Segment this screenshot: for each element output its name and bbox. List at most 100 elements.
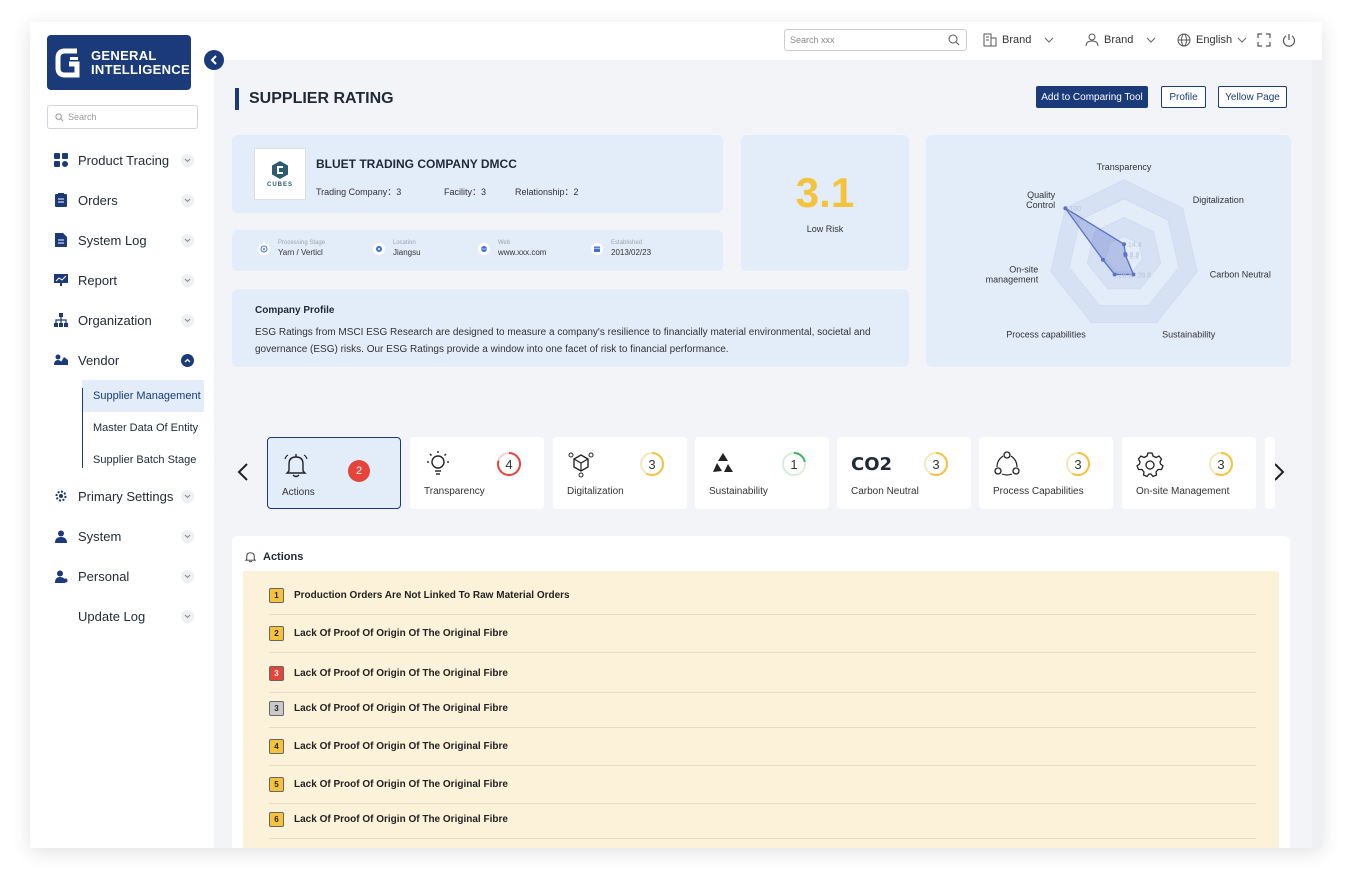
brand-selector-1[interactable]: Brand	[983, 33, 1054, 47]
power-icon	[1282, 34, 1296, 47]
radar-value-label: 100	[1069, 206, 1081, 213]
chevron-left-icon	[237, 463, 248, 481]
action-number-badge: 3	[269, 701, 284, 716]
action-row[interactable]: 6 Lack Of Proof Of Origin Of The Original…	[269, 801, 1256, 839]
chevron-down-icon[interactable]	[181, 529, 194, 543]
category-name: Transparency	[424, 486, 485, 497]
sidebar-item-personal[interactable]: Personal	[54, 556, 194, 596]
company-logo: CUBES	[254, 148, 306, 200]
radar-value-label: 28.8	[1119, 272, 1133, 279]
radar-value-label: 28.8	[1137, 272, 1151, 279]
brand-selector-1-label: Brand	[1002, 34, 1032, 46]
category-count-badge: 3	[648, 456, 656, 472]
sidebar-subitem-master-data[interactable]: Master Data Of Entity	[82, 412, 204, 444]
process-cycle-icon	[994, 451, 1020, 476]
vertical-scrollbar[interactable]	[1312, 60, 1322, 848]
search-icon	[948, 34, 960, 46]
chevron-down-icon	[1045, 37, 1054, 43]
category-name: Actions	[282, 487, 315, 498]
power-button[interactable]	[1282, 33, 1296, 47]
radar-data-point	[1122, 242, 1126, 247]
company-logo-icon	[272, 161, 288, 179]
carousel-prev-button[interactable]	[237, 462, 249, 488]
radar-axis-label: Quality	[1027, 190, 1056, 200]
action-text: Lack Of Proof Of Origin Of The Original …	[294, 703, 508, 714]
sidebar-item-vendor[interactable]: Vendor	[54, 340, 194, 380]
fullscreen-button[interactable]	[1257, 33, 1271, 47]
fullscreen-icon	[1257, 33, 1271, 47]
add-to-comparing-tool-button[interactable]: Add to Comparing Tool	[1036, 86, 1148, 108]
sidebar-item-system-log[interactable]: System Log	[54, 220, 194, 260]
radar-data-point	[1100, 257, 1105, 262]
radar-data-point	[1112, 272, 1117, 277]
brand-name: GENERAL INTELLIGENCE	[91, 47, 190, 77]
radar-axis-label: Transparency	[1097, 162, 1152, 172]
actions-header: Actions	[244, 550, 303, 563]
sidebar-item-primary-settings[interactable]: Primary Settings	[54, 476, 194, 516]
sidebar-nav: Product Tracing Orders System Log Report	[54, 140, 204, 636]
settings-icon	[54, 489, 68, 503]
yellow-page-button[interactable]: Yellow Page	[1218, 86, 1287, 108]
brand-line1: GENERAL	[91, 47, 157, 63]
chevron-down-icon[interactable]	[181, 193, 194, 207]
action-number-badge: 5	[269, 777, 284, 792]
radar-axis-label: Carbon Neutral	[1210, 270, 1271, 280]
sidebar-subitem-supplier-management[interactable]: Supplier Management	[82, 380, 204, 412]
company-name: BLUET TRADING COMPANY DMCC	[316, 157, 517, 171]
brand-logo-icon	[55, 48, 80, 77]
brand-logo[interactable]: GENERAL INTELLIGENCE	[47, 35, 191, 90]
action-row[interactable]: 3 Lack Of Proof Of Origin Of The Original…	[269, 655, 1256, 693]
action-row[interactable]: 3 Lack Of Proof Of Origin Of The Original…	[269, 690, 1256, 728]
profile-button[interactable]: Profile	[1161, 86, 1206, 108]
chevron-down-icon[interactable]	[181, 609, 194, 623]
action-row[interactable]: 5 Lack Of Proof Of Origin Of The Original…	[269, 766, 1256, 804]
category-name: Digitalization	[567, 486, 624, 497]
language-selector[interactable]: English	[1177, 33, 1247, 47]
chevron-down-icon[interactable]	[181, 273, 194, 287]
chevron-down-icon[interactable]	[181, 153, 194, 167]
sidebar-search-input[interactable]: Search	[47, 105, 198, 129]
company-logo-text: CUBES	[266, 182, 293, 188]
category-card-process-capabilities[interactable]: 3 Process Capabilities	[979, 437, 1113, 509]
submenu-line	[82, 388, 83, 468]
category-card-actions[interactable]: 2 Actions	[267, 437, 401, 509]
action-row[interactable]: 4 Lack Of Proof Of Origin Of The Original…	[269, 728, 1256, 766]
header-search-placeholder: Search xxx	[790, 35, 835, 45]
category-card-onsite-management[interactable]: 3 On-site Management	[1122, 437, 1256, 509]
orders-icon	[54, 193, 68, 207]
chevron-down-icon[interactable]	[181, 569, 194, 583]
sidebar-item-update-log[interactable]: Update Log	[54, 596, 194, 636]
collapse-sidebar-button[interactable]	[204, 50, 224, 70]
action-row[interactable]: 1 Production Orders Are Not Linked To Raw…	[269, 577, 1256, 615]
header-search-input[interactable]: Search xxx	[784, 29, 967, 51]
product-tracing-icon	[54, 153, 68, 167]
category-card-carbon-neutral[interactable]: CO2 3 Carbon Neutral	[837, 437, 971, 509]
vendor-icon	[54, 353, 68, 367]
relationship-count: Relationship：2	[515, 187, 579, 197]
sidebar-item-organization[interactable]: Organization	[54, 300, 194, 340]
risk-level-label: Low Risk	[806, 224, 844, 234]
sidebar-item-report[interactable]: Report	[54, 260, 194, 300]
category-card-transparency[interactable]: 4 Transparency	[410, 437, 544, 509]
chevron-down-icon[interactable]	[181, 489, 194, 503]
sidebar-item-system[interactable]: System	[54, 516, 194, 556]
category-card-digitalization[interactable]: 3 Digitalization	[553, 437, 687, 509]
sidebar-item-orders[interactable]: Orders	[54, 180, 194, 220]
gear-icon	[1136, 452, 1164, 478]
search-icon	[55, 112, 64, 121]
chevron-down-icon[interactable]	[181, 233, 194, 247]
chevron-down-icon[interactable]	[181, 313, 194, 327]
action-row[interactable]: 2 Lack Of Proof Of Origin Of The Original…	[269, 615, 1256, 653]
category-card-partial[interactable]	[1265, 437, 1275, 509]
chevron-up-icon[interactable]	[181, 353, 194, 367]
category-count-badge: 2	[348, 460, 370, 482]
sidebar-item-product-tracing[interactable]: Product Tracing	[54, 140, 194, 180]
brand-selector-2[interactable]: Brand	[1085, 33, 1156, 47]
category-card-sustainability[interactable]: 1 Sustainability	[695, 437, 829, 509]
co2-icon: CO2	[851, 453, 893, 475]
sidebar-subitem-supplier-batch-stage[interactable]: Supplier Batch Stage	[82, 444, 204, 476]
radar-axis-label: Process capabilities	[1006, 329, 1086, 339]
info-value[interactable]: www.xxx.com	[498, 248, 546, 258]
category-count-badge: 4	[505, 456, 513, 472]
radar-axis-label: On-site	[1009, 265, 1038, 275]
